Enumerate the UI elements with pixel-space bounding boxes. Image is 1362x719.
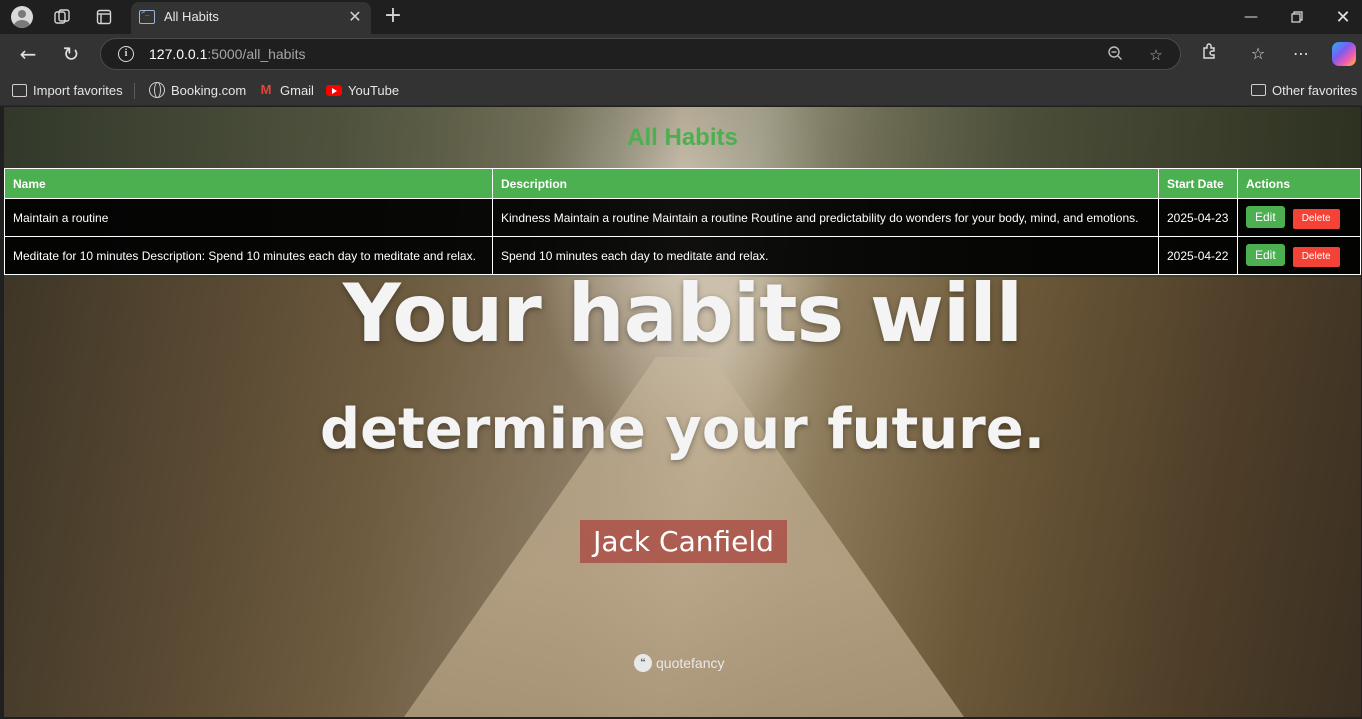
habit-description: Spend 10 minutes each day to meditate an… <box>492 236 1159 275</box>
quote-author: Jack Canfield <box>580 520 787 563</box>
url-host: 127.0.0.1 <box>149 46 208 62</box>
restore-button[interactable] <box>1274 0 1320 34</box>
favorites-bar: Import favorites Booking.com M Gmail YouT… <box>0 74 1362 106</box>
table-header-row: Name Description Start Date Actions <box>4 168 1361 199</box>
habit-actions: Edit Delete <box>1237 198 1361 237</box>
edit-button[interactable]: Edit <box>1246 244 1285 266</box>
quote-icon: “ <box>634 654 652 672</box>
close-window-button[interactable]: ✕ <box>1320 0 1362 34</box>
page-content: Your habits will determine your future. … <box>4 107 1361 717</box>
habit-actions: Edit Delete <box>1237 236 1361 275</box>
habit-name: Maintain a routine <box>4 198 493 237</box>
brand-label: quotefancy <box>656 655 725 671</box>
terminal-icon <box>139 8 155 24</box>
gmail-icon: M <box>260 82 272 97</box>
avatar-icon <box>11 6 33 28</box>
fav-youtube[interactable]: YouTube <box>326 81 399 99</box>
fav-import-label: Import favorites <box>33 82 123 98</box>
favorite-star-icon[interactable]: ☆ <box>1146 45 1166 65</box>
browser-window: All Habits ✕ + — ✕ ← ↻ i 127.0.0.1:5000/… <box>0 0 1362 719</box>
workspaces-icon[interactable] <box>50 5 74 29</box>
extensions-icon[interactable] <box>1197 42 1221 66</box>
fav-booking[interactable]: Booking.com <box>149 81 246 99</box>
fav-other-label: Other favorites <box>1272 82 1358 98</box>
habit-start-date: 2025-04-23 <box>1158 198 1238 237</box>
habit-name: Meditate for 10 minutes Description: Spe… <box>4 236 493 275</box>
youtube-icon <box>326 84 342 96</box>
fav-import[interactable]: Import favorites <box>12 81 123 99</box>
profile-avatar[interactable] <box>10 5 34 29</box>
tab-title: All Habits <box>164 9 219 24</box>
new-tab-button[interactable]: + <box>382 4 404 28</box>
delete-button[interactable]: Delete <box>1292 209 1340 229</box>
fav-gmail[interactable]: M Gmail <box>258 81 314 99</box>
quote-line-1: Your habits will <box>342 267 1023 360</box>
globe-icon <box>149 82 165 98</box>
col-header-actions: Actions <box>1237 168 1361 199</box>
col-header-description: Description <box>492 168 1159 199</box>
minimize-button[interactable]: — <box>1228 0 1274 34</box>
quotefancy-logo: “quotefancy <box>634 653 725 673</box>
habit-description: Kindness Maintain a routine Maintain a r… <box>492 198 1159 237</box>
tab-all-habits[interactable]: All Habits ✕ <box>131 2 371 34</box>
close-tab-icon[interactable]: ✕ <box>346 8 364 26</box>
tab-actions-icon[interactable] <box>92 5 116 29</box>
tab-strip: All Habits ✕ + — ✕ <box>0 0 1362 34</box>
copilot-icon[interactable] <box>1332 42 1356 66</box>
col-header-name: Name <box>4 168 493 199</box>
refresh-button[interactable]: ↻ <box>58 41 84 67</box>
import-icon <box>12 83 27 97</box>
fav-youtube-label: YouTube <box>348 82 400 98</box>
more-menu-icon[interactable]: ⋯ <box>1289 42 1313 66</box>
fav-gmail-label: Gmail <box>280 82 314 98</box>
habits-table: Name Description Start Date Actions Main… <box>4 168 1361 275</box>
back-button[interactable]: ← <box>15 41 41 67</box>
table-row: Meditate for 10 minutes Description: Spe… <box>4 236 1361 275</box>
divider <box>134 83 135 99</box>
url-text[interactable]: 127.0.0.1:5000/all_habits <box>149 46 305 62</box>
site-info-icon[interactable]: i <box>118 46 134 62</box>
folder-icon <box>1251 84 1266 96</box>
table-row: Maintain a routine Kindness Maintain a r… <box>4 198 1361 237</box>
delete-button[interactable]: Delete <box>1292 247 1340 267</box>
favorites-icon[interactable]: ☆ <box>1246 42 1270 66</box>
quote-line-2: determine your future. <box>319 397 1046 462</box>
habit-start-date: 2025-04-22 <box>1158 236 1238 275</box>
page-title: All Habits <box>627 124 738 151</box>
col-header-start-date: Start Date <box>1158 168 1238 199</box>
url-path: :5000/all_habits <box>207 46 306 62</box>
address-toolbar: ← ↻ i 127.0.0.1:5000/all_habits ☆ ☆ ⋯ <box>0 34 1362 74</box>
edit-button[interactable]: Edit <box>1246 206 1285 228</box>
fav-booking-label: Booking.com <box>171 82 247 98</box>
fav-other[interactable]: Other favorites <box>1251 81 1357 99</box>
address-bar[interactable]: i 127.0.0.1:5000/all_habits ☆ <box>100 38 1181 70</box>
zoom-out-icon[interactable] <box>1105 45 1125 65</box>
